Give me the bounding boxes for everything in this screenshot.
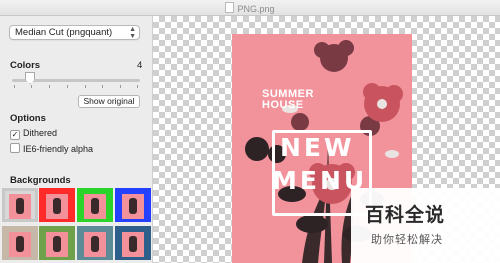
ie6-alpha-checkbox[interactable] bbox=[10, 143, 20, 153]
settings-sidebar: Median Cut (pngquant) ▲ ▼ Colors 4 Show o… bbox=[0, 16, 153, 263]
background-swatch-gray[interactable] bbox=[2, 188, 38, 222]
swatch-preview-icon bbox=[122, 194, 144, 219]
poster-line-2: HOUSE bbox=[262, 99, 304, 111]
title-bar: PNG.png bbox=[0, 0, 500, 16]
background-swatch-photo-2[interactable] bbox=[39, 226, 75, 260]
window-title: PNG.png bbox=[237, 4, 275, 14]
colors-slider-ticks bbox=[14, 85, 138, 89]
swatch-preview-icon bbox=[84, 232, 106, 257]
dithered-option[interactable]: ✓ Dithered bbox=[10, 128, 57, 140]
backgrounds-heading: Backgrounds bbox=[10, 175, 71, 186]
background-swatch-green[interactable] bbox=[77, 188, 113, 222]
background-swatches bbox=[0, 186, 152, 263]
dithered-checkbox[interactable]: ✓ bbox=[10, 130, 20, 140]
swatch-preview-icon bbox=[9, 194, 31, 219]
select-chevron-icon: ▲ ▼ bbox=[129, 25, 136, 40]
window-title-area: PNG.png bbox=[0, 2, 500, 14]
poster-subtitle: SUMMER HOUSE bbox=[262, 89, 314, 111]
swatch-preview-icon bbox=[122, 232, 144, 257]
background-swatch-blue[interactable] bbox=[115, 188, 151, 222]
background-swatch-photo-1[interactable] bbox=[2, 226, 38, 260]
swatch-preview-icon bbox=[9, 232, 31, 257]
watermark-badge: 百科全说 助你轻松解决 bbox=[351, 188, 500, 263]
quantizer-select-value: Median Cut (pngquant) bbox=[15, 27, 113, 38]
colors-value: 4 bbox=[137, 60, 143, 71]
watermark-title: 百科全说 bbox=[365, 205, 446, 226]
poster-word-1: NEW bbox=[280, 133, 355, 162]
options-heading: Options bbox=[10, 113, 46, 124]
show-original-button[interactable]: Show original bbox=[78, 95, 140, 108]
watermark-subtitle: 助你轻松解决 bbox=[371, 234, 443, 246]
document-icon bbox=[225, 2, 235, 13]
swatch-preview-icon bbox=[84, 194, 106, 219]
background-swatch-red[interactable] bbox=[39, 188, 75, 222]
image-canvas[interactable]: SUMMER HOUSE NEW MENU 百科全说 助你轻松解决 bbox=[153, 16, 500, 263]
quantizer-select[interactable]: Median Cut (pngquant) ▲ ▼ bbox=[9, 25, 140, 40]
swatch-preview-icon bbox=[46, 232, 68, 257]
dithered-label: Dithered bbox=[23, 128, 58, 138]
colors-heading: Colors bbox=[10, 60, 41, 71]
ie6-alpha-option[interactable]: IE6-friendly alpha bbox=[10, 143, 93, 154]
colors-slider-thumb[interactable] bbox=[25, 72, 35, 84]
background-swatch-photo-3[interactable] bbox=[77, 226, 113, 260]
background-swatch-photo-4[interactable] bbox=[115, 226, 151, 260]
ie6-alpha-label: IE6-friendly alpha bbox=[23, 144, 94, 154]
swatch-preview-icon bbox=[46, 194, 68, 219]
